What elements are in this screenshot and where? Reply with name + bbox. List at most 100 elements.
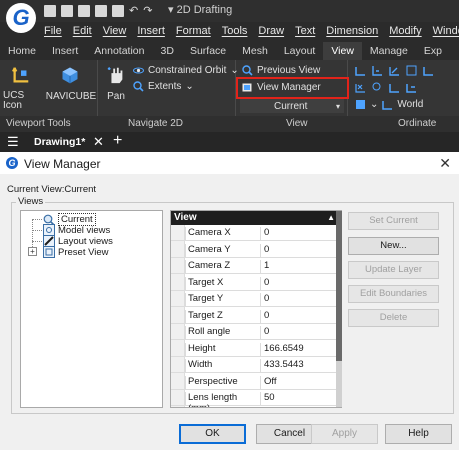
property-row[interactable]: Roll angle 0: [171, 324, 341, 340]
menu-dimension[interactable]: Dimension: [326, 25, 378, 37]
property-value[interactable]: 50: [260, 392, 340, 406]
property-name: Target Y: [185, 293, 260, 307]
edit-boundaries-button[interactable]: Edit Boundaries: [348, 285, 439, 303]
property-value[interactable]: 433.5443: [260, 359, 340, 373]
property-row[interactable]: Camera Y0: [171, 242, 341, 258]
view-properties-grid[interactable]: View ▲ Camera X 0 Camera Y 0 Camera Z 1 Target…: [170, 210, 342, 408]
constrained-orbit-button[interactable]: Constrained Orbit ⌄: [133, 65, 239, 76]
property-row[interactable]: Perspective Off: [171, 374, 341, 390]
menu-view[interactable]: View: [103, 25, 127, 37]
grid-scrollbar-thumb[interactable]: [336, 211, 342, 361]
property-value[interactable]: 0: [260, 309, 340, 324]
expand-plus-icon[interactable]: +: [28, 247, 37, 256]
set-current-button[interactable]: Set Current: [348, 212, 439, 230]
property-value[interactable]: Off: [260, 375, 340, 390]
previous-view-icon: [242, 65, 253, 76]
tree-item-preset-view[interactable]: Preset View: [43, 246, 109, 258]
menu-format[interactable]: Format: [176, 25, 211, 37]
named-ucs-icon: [356, 100, 365, 109]
tab-insert[interactable]: Insert: [44, 42, 86, 60]
new-tab-plus-icon[interactable]: +: [113, 132, 122, 150]
menu-modify[interactable]: Modify: [389, 25, 421, 37]
tab-view[interactable]: View: [323, 42, 362, 60]
apply-button[interactable]: Apply: [311, 424, 378, 444]
ucs-z-icon[interactable]: [406, 82, 417, 93]
tab-mesh[interactable]: Mesh: [234, 42, 276, 60]
menu-text[interactable]: Text: [295, 25, 315, 37]
close-tab-icon[interactable]: ✕: [93, 134, 104, 150]
delete-button[interactable]: Delete: [348, 309, 439, 327]
save-icon[interactable]: [78, 5, 90, 17]
tab-layout[interactable]: Layout: [276, 42, 324, 60]
tab-3d[interactable]: 3D: [153, 42, 182, 60]
ok-button[interactable]: OK: [179, 424, 246, 444]
ucs-icon-button[interactable]: UCS Icon: [3, 63, 43, 113]
menu-tools[interactable]: Tools: [222, 25, 248, 37]
property-row[interactable]: Target Y0: [171, 291, 341, 307]
app-logo-icon[interactable]: G: [6, 3, 36, 33]
ucs-object-icon[interactable]: [406, 65, 417, 76]
ucs-y-icon[interactable]: [389, 82, 400, 93]
property-row[interactable]: Height 166.6549: [171, 341, 341, 357]
property-row[interactable]: Target X0: [171, 275, 341, 291]
tree-connector: [32, 241, 42, 242]
navicube-label: NAVICUBE: [45, 91, 97, 102]
save-as-icon[interactable]: [95, 5, 107, 17]
property-value[interactable]: 0: [260, 227, 340, 241]
property-row[interactable]: Width 433.5443: [171, 357, 341, 373]
hamburger-menu-icon[interactable]: ☰: [7, 134, 19, 150]
property-value[interactable]: 0: [260, 243, 340, 258]
undo-icon[interactable]: ↶: [129, 5, 138, 17]
ucs-x-icon[interactable]: [355, 82, 366, 93]
tab-home[interactable]: Home: [0, 42, 44, 60]
ucs-face-icon[interactable]: [423, 65, 434, 76]
current-view-dropdown[interactable]: Current ▾: [240, 99, 344, 113]
property-value[interactable]: 166.6549: [260, 342, 340, 357]
group-label-navigate-2d: Navigate 2D: [128, 118, 184, 129]
close-icon[interactable]: ✕: [439, 155, 451, 172]
menu-draw[interactable]: Draw: [258, 25, 284, 37]
menu-window[interactable]: Window: [433, 25, 459, 37]
ucs-view-icon[interactable]: [389, 65, 400, 76]
grid-scrollbar[interactable]: [336, 211, 342, 407]
new-view-button[interactable]: New...: [348, 237, 439, 255]
redo-icon[interactable]: ↷: [143, 5, 152, 17]
property-value[interactable]: 0: [260, 326, 340, 340]
pan-button[interactable]: Pan: [102, 63, 130, 113]
ucs-icon[interactable]: [355, 65, 366, 76]
property-row[interactable]: Lens length (mm)50: [171, 390, 341, 407]
collapse-caret-icon[interactable]: ▲: [327, 211, 335, 225]
property-row[interactable]: Target Z0: [171, 308, 341, 324]
tab-annotation[interactable]: Annotation: [86, 42, 152, 60]
workspace-selector[interactable]: ▾ 2D Drafting: [168, 3, 258, 18]
navicube-button[interactable]: NAVICUBE: [45, 63, 97, 113]
group-label-view: View: [286, 118, 308, 129]
print-icon[interactable]: [112, 5, 124, 17]
ucs-zoom-icon[interactable]: [372, 82, 383, 93]
update-layer-button[interactable]: Update Layer: [348, 261, 439, 279]
property-value[interactable]: 0: [260, 293, 340, 307]
tab-surface[interactable]: Surface: [182, 42, 234, 60]
tab-manage[interactable]: Manage: [362, 42, 416, 60]
tab-express[interactable]: Exp: [416, 42, 450, 60]
views-tree[interactable]: Current Model views Layout views + Prese…: [20, 210, 163, 408]
quick-access-icons: ↶ ↷: [44, 3, 152, 19]
doc-tab-drawing1[interactable]: Drawing1*: [34, 136, 85, 148]
property-row[interactable]: Camera Z1: [171, 258, 341, 274]
property-row[interactable]: Camera X0: [171, 225, 341, 241]
property-value[interactable]: 0: [260, 276, 340, 291]
grid-header[interactable]: View ▲: [171, 211, 341, 225]
menu-insert[interactable]: Insert: [137, 25, 165, 37]
open-folder-icon[interactable]: [61, 5, 73, 17]
extents-button[interactable]: Extents ⌄: [133, 81, 194, 92]
menu-file[interactable]: File: [44, 25, 62, 37]
help-button[interactable]: Help: [385, 424, 452, 444]
grid-header-label: View: [174, 212, 197, 223]
world-ucs-dropdown[interactable]: ⌄ World: [355, 99, 423, 110]
previous-view-button[interactable]: Previous View: [242, 65, 320, 76]
menu-edit[interactable]: Edit: [73, 25, 92, 37]
quick-access-toolbar: G ↶ ↷ ▾ 2D Drafting: [0, 0, 459, 33]
property-value[interactable]: 1: [260, 260, 340, 274]
ucs-origin-icon[interactable]: [372, 65, 383, 76]
new-file-icon[interactable]: [44, 5, 56, 17]
